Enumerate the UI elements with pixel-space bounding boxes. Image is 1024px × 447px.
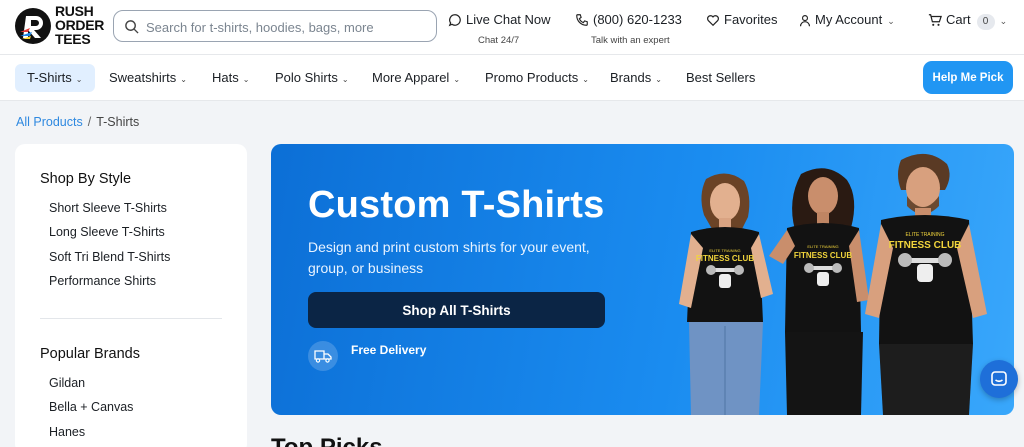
breadcrumb: All Products / T-Shirts	[16, 115, 139, 129]
logo-badge	[15, 8, 51, 44]
favorites-link[interactable]: Favorites	[706, 12, 777, 27]
svg-text:FITNESS CLUB: FITNESS CLUB	[794, 251, 852, 260]
search-input[interactable]	[146, 17, 426, 37]
user-icon	[799, 15, 811, 27]
chevron-down-icon: ⌄	[999, 16, 1008, 26]
top-picks-heading: Top Picks	[271, 434, 383, 447]
sidebar-item-hanes[interactable]: Hanes	[49, 425, 85, 439]
svg-text:FITNESS CLUB: FITNESS CLUB	[889, 240, 962, 251]
sidebar-item-gildan[interactable]: Gildan	[49, 376, 85, 390]
hero-models-photo: ELITE TRAINING FITNESS CLUB ELITE TRAINI…	[679, 153, 987, 415]
chat-icon	[991, 371, 1007, 386]
nav-item-sweatshirts[interactable]: Sweatshirts ⌄	[109, 64, 187, 92]
model-right: ELITE TRAINING FITNESS CLUB	[865, 153, 987, 415]
hero-banner: Custom T-Shirts Design and print custom …	[271, 144, 1014, 415]
cart-icon	[928, 14, 942, 26]
chevron-down-icon: ⌄	[887, 16, 895, 26]
sidebar-item-long-sleeve[interactable]: Long Sleeve T-Shirts	[49, 225, 165, 239]
live-chat-sub: Chat 24/7	[478, 35, 520, 46]
account-menu[interactable]: My Account ⌄	[799, 12, 895, 27]
sidebar-item-bella-canvas[interactable]: Bella + Canvas	[49, 400, 133, 414]
sidebar-item-short-sleeve[interactable]: Short Sleeve T-Shirts	[49, 201, 167, 215]
logo[interactable]: RUSH ORDER TEES	[15, 4, 115, 48]
breadcrumb-separator: /	[87, 115, 92, 129]
shop-all-t-shirts-button[interactable]: Shop All T-Shirts	[308, 292, 605, 328]
breadcrumb-current: T-Shirts	[96, 115, 140, 129]
phone-link[interactable]: (800) 620-1233	[575, 12, 682, 27]
cart-button[interactable]: Cart 0 ⌄	[928, 12, 1007, 30]
sidebar-filters: Shop By Style Short Sleeve T-Shirts Long…	[15, 144, 247, 447]
nav-item-promo-products[interactable]: Promo Products ⌄	[485, 64, 589, 92]
shop-by-style-heading: Shop By Style	[40, 171, 132, 187]
live-chat-link[interactable]: Live Chat Now	[448, 12, 551, 27]
breadcrumb-all-products[interactable]: All Products	[16, 115, 83, 129]
popular-brands-heading: Popular Brands	[40, 346, 140, 362]
free-delivery-label: Free Delivery	[351, 343, 427, 357]
chevron-down-icon: ⌄	[655, 75, 662, 84]
chat-bubble-icon	[448, 14, 461, 27]
hero-title: Custom T-Shirts	[308, 184, 605, 226]
hero-subtitle: Design and print custom shirts for your …	[308, 239, 590, 276]
category-nav: T-Shirts ⌄ Sweatshirts ⌄ Hats ⌄ Polo Shirts…	[0, 55, 1024, 101]
svg-text:ELITE TRAINING: ELITE TRAINING	[807, 244, 838, 249]
sidebar-item-performance[interactable]: Performance Shirts	[49, 274, 156, 288]
phone-icon	[576, 14, 588, 26]
shirt-print-big: FITNESS CLUB	[696, 254, 754, 263]
model-middle: ELITE TRAINING FITNESS CLUB	[769, 168, 869, 415]
search-box[interactable]	[113, 10, 437, 42]
nav-item-hats[interactable]: Hats ⌄	[212, 64, 249, 92]
sidebar-divider	[40, 318, 222, 319]
chevron-down-icon: ⌄	[582, 75, 589, 84]
sidebar-item-tri-blend[interactable]: Soft Tri Blend T-Shirts	[49, 250, 170, 264]
cart-count-badge: 0	[976, 14, 995, 30]
shirt-print-small: ELITE TRAINING	[709, 248, 740, 253]
chevron-down-icon: ⌄	[180, 75, 187, 84]
search-icon	[125, 20, 139, 34]
nav-item-polo-shirts[interactable]: Polo Shirts ⌄	[275, 64, 349, 92]
help-me-pick-button[interactable]: Help Me Pick	[923, 61, 1013, 94]
nav-item-t-shirts[interactable]: T-Shirts ⌄	[15, 64, 95, 92]
phone-sub: Talk with an expert	[591, 35, 670, 46]
nav-item-brands[interactable]: Brands ⌄	[610, 64, 662, 92]
heart-icon	[707, 15, 719, 27]
logo-wordmark: RUSH ORDER TEES	[55, 3, 105, 47]
chevron-down-icon: ⌄	[341, 75, 349, 84]
nav-item-best-sellers[interactable]: Best Sellers	[686, 64, 755, 92]
chevron-down-icon: ⌄	[242, 75, 250, 84]
chat-widget-button[interactable]	[980, 360, 1018, 398]
svg-text:ELITE TRAINING: ELITE TRAINING	[905, 232, 944, 238]
chevron-down-icon: ⌄	[453, 75, 461, 84]
nav-item-more-apparel[interactable]: More Apparel ⌄	[372, 64, 460, 92]
top-header: RUSH ORDER TEES Live Chat Now Chat 24/7 …	[0, 0, 1024, 55]
model-left: ELITE TRAINING FITNESS CLUB	[679, 173, 773, 415]
chevron-down-icon: ⌄	[75, 75, 83, 84]
truck-icon	[308, 341, 338, 371]
